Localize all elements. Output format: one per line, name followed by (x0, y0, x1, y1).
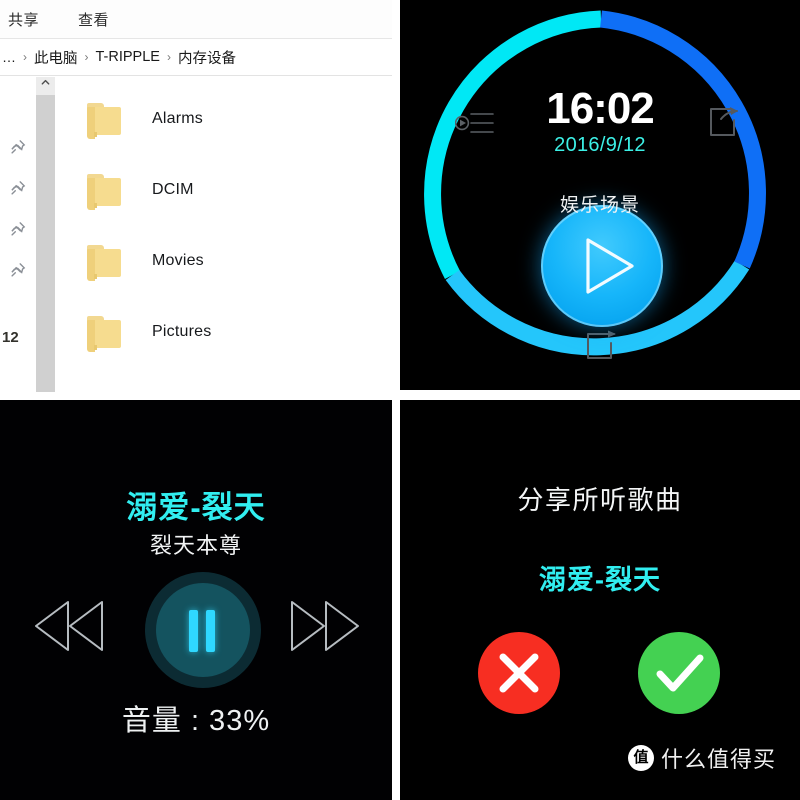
folder-icon (87, 244, 125, 281)
rewind-icon[interactable] (32, 596, 108, 656)
list-item[interactable]: Movies (55, 225, 392, 296)
play-icon (586, 238, 634, 294)
volume-label: 音量 : 33% (121, 705, 271, 737)
pause-button-inner[interactable] (156, 583, 250, 677)
file-name-label: DCIM (152, 180, 194, 198)
list-item[interactable]: Pictures (55, 296, 392, 367)
share-dialog-panel: 分享所听歌曲 溺爱-裂天 值 什么值得买 (400, 400, 800, 800)
close-x-icon (499, 653, 539, 693)
screenshot-collage: 共享 查看 … › 此电脑 › T-RIPPLE › 内存设备 12 Alarm… (0, 0, 800, 800)
file-list[interactable]: Alarms DCIM Movies Pictures (55, 77, 392, 392)
track-title: 溺爱-裂天 (126, 490, 266, 525)
track-artist: 裂天本尊 (149, 533, 242, 558)
breadcrumb-item-device[interactable]: T-RIPPLE (96, 49, 160, 65)
music-player-panel: 溺爱-裂天 裂天本尊 音量 : 33% (0, 400, 392, 800)
file-name-label: Pictures (152, 322, 212, 340)
folder-icon (87, 315, 125, 352)
pin-icon[interactable] (10, 180, 26, 196)
watch-home-panel: 16:02 2016/9/12 娱乐场景 (400, 0, 800, 390)
reject-button[interactable] (478, 632, 560, 714)
pin-icon[interactable] (10, 139, 26, 155)
playlist-icon[interactable] (454, 106, 495, 140)
share-arrow-icon[interactable] (705, 104, 741, 140)
breadcrumb-separator-icon: › (23, 50, 27, 64)
chevron-up-icon[interactable] (36, 77, 55, 95)
pin-icon[interactable] (10, 221, 26, 237)
file-name-label: Movies (152, 251, 204, 269)
folder-icon (87, 173, 125, 210)
vertical-scrollbar[interactable] (36, 77, 55, 392)
breadcrumb-item-storage[interactable]: 内存设备 (178, 47, 236, 68)
item-count-label: 12 (2, 329, 19, 346)
folder-icon (87, 102, 125, 139)
explorer-body: 12 Alarms DCIM Movies Pictures (0, 77, 392, 392)
tab-view[interactable]: 查看 (78, 9, 109, 30)
breadcrumb-separator-icon: › (166, 50, 171, 64)
explorer-menu-bar: 共享 查看 (0, 0, 392, 39)
breadcrumb-item-this-pc[interactable]: 此电脑 (34, 47, 78, 68)
list-item[interactable]: DCIM (55, 154, 392, 225)
navigation-rail: 12 (0, 77, 36, 392)
breadcrumb[interactable]: … › 此电脑 › T-RIPPLE › 内存设备 (0, 39, 392, 76)
list-item[interactable]: Alarms (55, 83, 392, 154)
pin-icon[interactable] (10, 262, 26, 278)
tab-share[interactable]: 共享 (8, 9, 39, 30)
breadcrumb-overflow[interactable]: … (2, 49, 16, 65)
accept-button[interactable] (638, 632, 720, 714)
check-icon (656, 654, 704, 692)
pause-icon (206, 610, 215, 652)
file-explorer-panel: 共享 查看 … › 此电脑 › T-RIPPLE › 内存设备 12 Alarm… (0, 0, 392, 392)
watermark-badge-icon: 值 (628, 745, 654, 771)
watermark-text: 什么值得买 (661, 747, 777, 772)
dialog-song-name: 溺爱-裂天 (539, 565, 661, 595)
pause-icon (189, 610, 198, 652)
file-name-label: Alarms (152, 109, 203, 127)
breadcrumb-separator-icon: › (84, 50, 89, 64)
scene-label: 娱乐场景 (559, 195, 640, 216)
dialog-title: 分享所听歌曲 (517, 485, 683, 515)
play-button[interactable] (541, 205, 663, 327)
fast-forward-icon[interactable] (286, 596, 362, 656)
watermark: 值 什么值得买 (628, 742, 776, 774)
loop-arrow-icon[interactable] (584, 330, 618, 362)
